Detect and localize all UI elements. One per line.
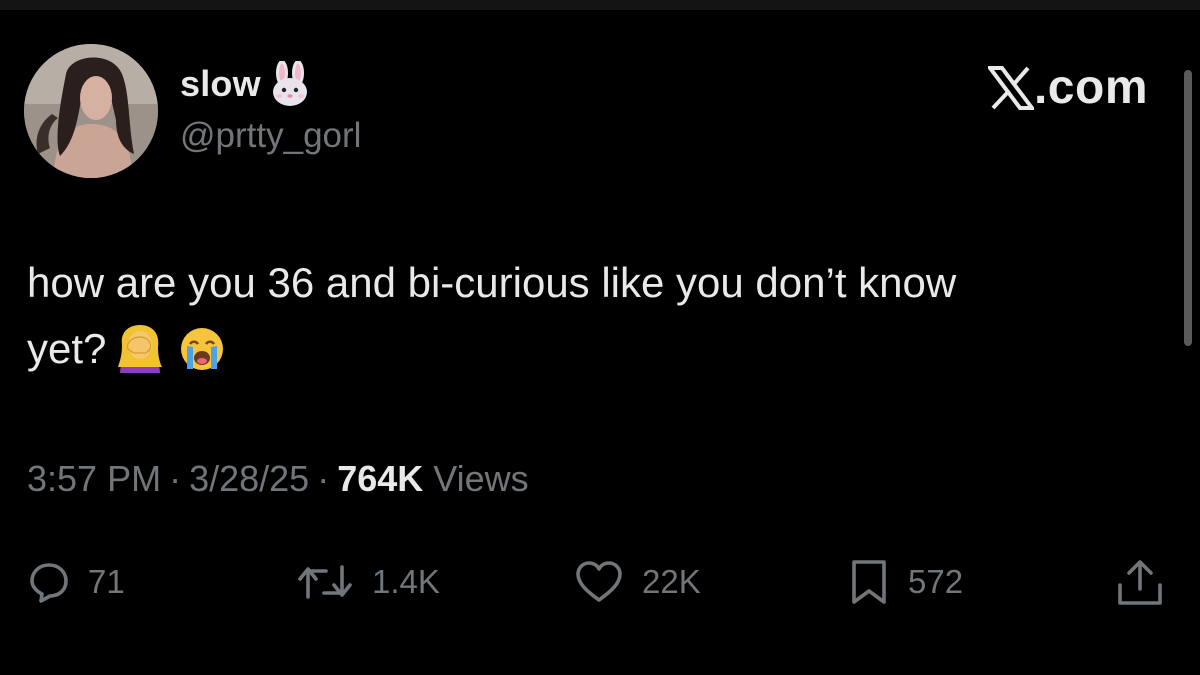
share-button[interactable] bbox=[1114, 552, 1166, 612]
repost-count: 1.4K bbox=[372, 563, 440, 600]
brand-logo: .com bbox=[987, 60, 1148, 115]
meta-separator: · bbox=[317, 458, 330, 499]
user-handle[interactable]: @prtty_gorl bbox=[180, 116, 361, 156]
share-icon bbox=[1118, 560, 1162, 605]
reply-icon bbox=[30, 563, 68, 603]
tweet-date[interactable]: 3/28/25 bbox=[189, 458, 309, 500]
top-edge bbox=[0, 0, 1200, 10]
tweet-line-1: how are you 36 and bi-curious like you d… bbox=[27, 259, 957, 306]
views-count: 764K bbox=[337, 458, 424, 499]
reply-button[interactable]: 71 bbox=[28, 552, 125, 612]
tweet-line-2: yet? bbox=[27, 316, 1167, 382]
repost-button[interactable]: 1.4K bbox=[296, 552, 440, 612]
avatar[interactable] bbox=[24, 44, 158, 178]
tweet-time[interactable]: 3:57 PM bbox=[27, 458, 161, 500]
avatar-photo bbox=[24, 44, 158, 178]
like-count: 22K bbox=[642, 563, 701, 600]
scrollbar[interactable] bbox=[1184, 70, 1192, 346]
meta-separator: · bbox=[169, 458, 182, 499]
tweet-text: how are you 36 and bi-curious like you d… bbox=[27, 250, 1167, 382]
repost-icon bbox=[298, 565, 352, 599]
x-logo-icon bbox=[987, 65, 1034, 110]
bookmark-count: 572 bbox=[908, 563, 964, 600]
bookmark-icon bbox=[852, 560, 886, 604]
tweet-line-2-text: yet? bbox=[27, 325, 107, 372]
views-label: Views bbox=[433, 458, 529, 499]
reply-count: 71 bbox=[88, 563, 125, 600]
loudly-crying-face-icon bbox=[181, 328, 224, 370]
display-name-row[interactable]: slow bbox=[180, 54, 311, 114]
display-name[interactable]: slow bbox=[180, 63, 261, 105]
heart-icon bbox=[576, 561, 622, 602]
like-button[interactable]: 22K bbox=[574, 552, 701, 612]
bookmark-button[interactable]: 572 bbox=[848, 552, 963, 612]
tweet-meta: 3:57 PM · 3/28/25 · 764K Views bbox=[27, 458, 529, 500]
action-bar: 71 1.4K 22K 572 bbox=[0, 552, 1200, 612]
woman-facepalming-icon bbox=[118, 325, 163, 373]
brand-domain: .com bbox=[1033, 61, 1148, 114]
rabbit-face-icon bbox=[272, 61, 307, 106]
